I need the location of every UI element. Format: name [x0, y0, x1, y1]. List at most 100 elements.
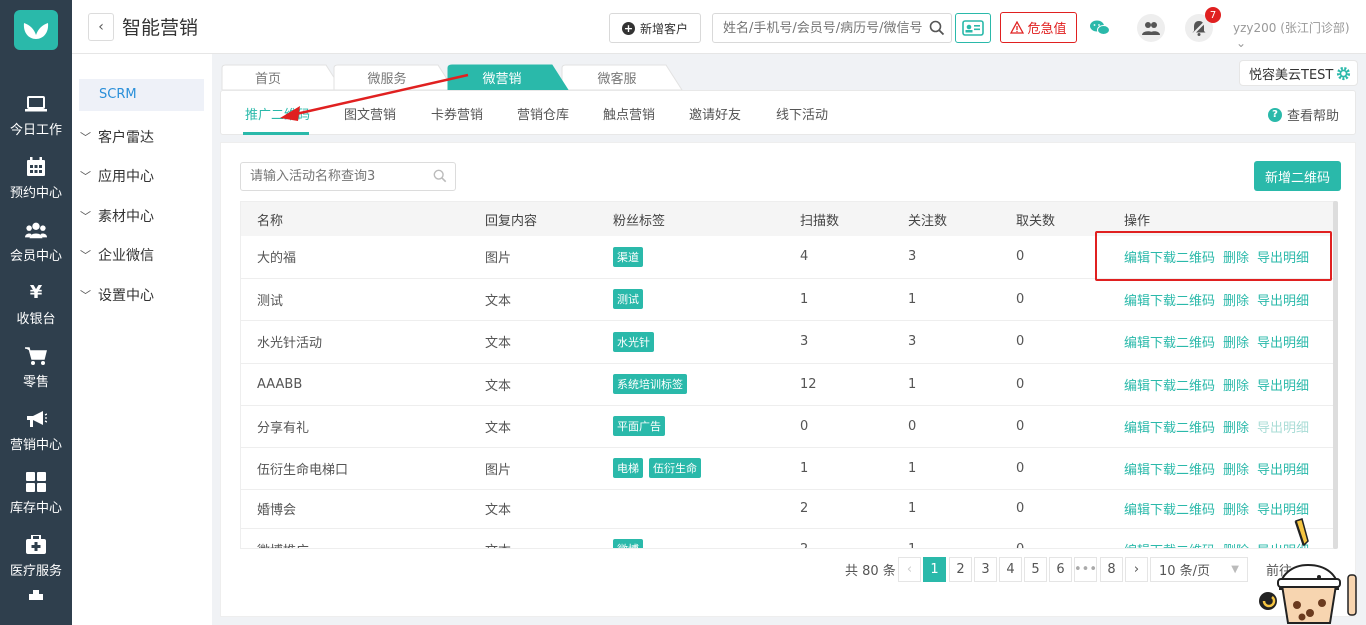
pagination-ellipsis[interactable]: ••• [1074, 557, 1097, 582]
export-detail-link[interactable]: 导出明细 [1257, 421, 1309, 436]
page-button[interactable]: 3 [974, 557, 997, 582]
global-search-input[interactable] [713, 14, 923, 42]
edit-download-qrcode-link[interactable]: 编辑下载二维码 [1124, 503, 1215, 518]
page-button[interactable]: 8 [1100, 557, 1123, 582]
help-link[interactable]: ? 查看帮助 [1267, 105, 1339, 124]
cell-tags: 水光针 [597, 320, 784, 364]
edit-download-qrcode-link[interactable]: 编辑下载二维码 [1124, 421, 1215, 436]
delete-link[interactable]: 删除 [1223, 463, 1249, 478]
active-tab-indicator [243, 132, 309, 135]
page-button[interactable]: 4 [999, 557, 1022, 582]
edit-download-qrcode-link[interactable]: 编辑下载二维码 [1124, 544, 1215, 549]
cell-scan: 1 [784, 278, 892, 321]
gear-icon[interactable] [1336, 66, 1351, 81]
sidebar-group-2[interactable]: ﹀ 素材中心 [80, 206, 154, 226]
page-button[interactable]: 6 [1049, 557, 1072, 582]
tab-micromarketing[interactable]: 微营销 [446, 64, 570, 90]
cell-unfollow: 0 [1000, 363, 1108, 406]
export-detail-link[interactable]: 导出明细 [1257, 379, 1309, 394]
activity-search[interactable] [240, 162, 456, 191]
edit-download-qrcode-link[interactable]: 编辑下载二维码 [1124, 379, 1215, 394]
delete-link[interactable]: 删除 [1223, 544, 1249, 549]
cell-follow: 1 [892, 447, 1000, 490]
page-button[interactable]: 1 [923, 557, 946, 582]
edit-download-qrcode-link[interactable]: 编辑下载二维码 [1124, 463, 1215, 478]
group-button[interactable] [1137, 14, 1165, 42]
add-customer-label: 新增客户 [639, 21, 688, 36]
tab-home[interactable]: 首页 [220, 64, 344, 90]
edit-download-qrcode-link[interactable]: 编辑下载二维码 [1124, 336, 1215, 351]
back-button[interactable]: ‹ [88, 13, 114, 41]
page-button[interactable]: 5 [1024, 557, 1047, 582]
nav-item-3[interactable]: ¥ 收银台 [0, 273, 72, 335]
tab-microclient[interactable]: 微客服 [560, 64, 684, 90]
mascot-sticker [1259, 518, 1357, 624]
prev-page-button[interactable]: ‹ [898, 557, 921, 582]
sidebar-group-label: 素材中心 [98, 209, 154, 225]
sidebar-item-scrm[interactable]: SCRM [79, 79, 204, 111]
subtab-invite[interactable]: 邀请好友 [689, 104, 741, 123]
global-search[interactable] [712, 13, 952, 43]
nav-item-6[interactable]: 库存中心 [0, 462, 72, 524]
delete-link[interactable]: 删除 [1223, 503, 1249, 518]
id-card-icon [962, 20, 984, 36]
table-row: 测试 文本 测试 1 1 0 编辑下载二维码 删除 导出明细 [241, 278, 1335, 321]
app-logo[interactable] [14, 10, 58, 50]
nav-item-2[interactable]: 会员中心 [0, 210, 72, 272]
subtab-warehouse[interactable]: 营销仓库 [517, 104, 569, 123]
user-name: yzy200 (张江门诊部) [1233, 21, 1350, 35]
cell-unfollow: 0 [1000, 489, 1108, 529]
delete-link[interactable]: 删除 [1223, 294, 1249, 309]
subtab-coupon[interactable]: 卡券营销 [431, 104, 483, 123]
page-size-select[interactable]: 10 条/页 ▼ [1150, 557, 1248, 582]
tab-microservice[interactable]: 微服务 [332, 64, 456, 90]
sidebar-group-0[interactable]: ﹀ 客户雷达 [80, 127, 154, 147]
table-scrollbar[interactable] [1333, 201, 1338, 549]
cell-tags: 系统培训标签 [597, 363, 784, 406]
wechat-button[interactable] [1086, 14, 1114, 42]
subtab-offline[interactable]: 线下活动 [776, 104, 828, 123]
subtab-qrcode[interactable]: 推广二维码 [245, 104, 310, 123]
delete-link[interactable]: 删除 [1223, 336, 1249, 351]
cell-reply: 文本 [469, 405, 597, 448]
chevron-down-icon: ﹀ [80, 210, 91, 223]
nav-item-5[interactable]: 营销中心 [0, 399, 72, 461]
tab-shape [221, 64, 343, 90]
cart-icon [25, 345, 47, 367]
delete-link[interactable]: 删除 [1223, 421, 1249, 436]
cell-reply: 文本 [469, 528, 597, 548]
subtab-article[interactable]: 图文营销 [344, 104, 396, 123]
nav-item-1[interactable]: 预约中心 [0, 147, 72, 209]
next-page-button[interactable]: › [1125, 557, 1148, 582]
search-icon[interactable] [929, 20, 945, 36]
group-users-icon [1142, 22, 1160, 35]
delete-link[interactable]: 删除 [1223, 379, 1249, 394]
cell-unfollow: 0 [1000, 320, 1108, 364]
member-card-button[interactable] [955, 13, 991, 43]
add-customer-button[interactable]: + 新增客户 [609, 13, 701, 43]
nav-item-7[interactable]: 医疗服务 [0, 525, 72, 587]
cell-follow: 3 [892, 236, 1000, 279]
cell-follow: 1 [892, 528, 1000, 548]
export-detail-link[interactable]: 导出明细 [1257, 294, 1309, 309]
search-icon[interactable] [433, 169, 447, 183]
sidebar-group-4[interactable]: ﹀ 设置中心 [80, 285, 154, 305]
marketing-subtabs: 推广二维码 图文营销 卡券营销 营销仓库 触点营销 邀请好友 线下活动 ? 查看… [220, 90, 1356, 135]
cell-ops: 编辑下载二维码删除导出明细 [1108, 405, 1335, 448]
subtab-touchpoint[interactable]: 触点营销 [603, 104, 655, 123]
sidebar-group-1[interactable]: ﹀ 应用中心 [80, 166, 154, 186]
new-qrcode-button[interactable]: 新增二维码 [1254, 161, 1341, 191]
nav-more-icon[interactable] [0, 585, 72, 605]
page-button[interactable]: 2 [949, 557, 972, 582]
danger-value-button[interactable]: 危急值 [1000, 12, 1077, 43]
nav-item-4[interactable]: 零售 [0, 336, 72, 398]
activity-search-input[interactable] [241, 163, 426, 190]
nav-item-0[interactable]: 今日工作 [0, 84, 72, 146]
user-menu[interactable]: yzy200 (张江门诊部) ⌄ [1233, 19, 1366, 50]
sidebar-group-3[interactable]: ﹀ 企业微信 [80, 245, 154, 265]
export-detail-link[interactable]: 导出明细 [1257, 463, 1309, 478]
store-selector[interactable]: 悦容美云TEST [1239, 60, 1358, 86]
export-detail-link[interactable]: 导出明细 [1257, 336, 1309, 351]
edit-download-qrcode-link[interactable]: 编辑下载二维码 [1124, 294, 1215, 309]
cell-name: 分享有礼 [241, 405, 469, 448]
